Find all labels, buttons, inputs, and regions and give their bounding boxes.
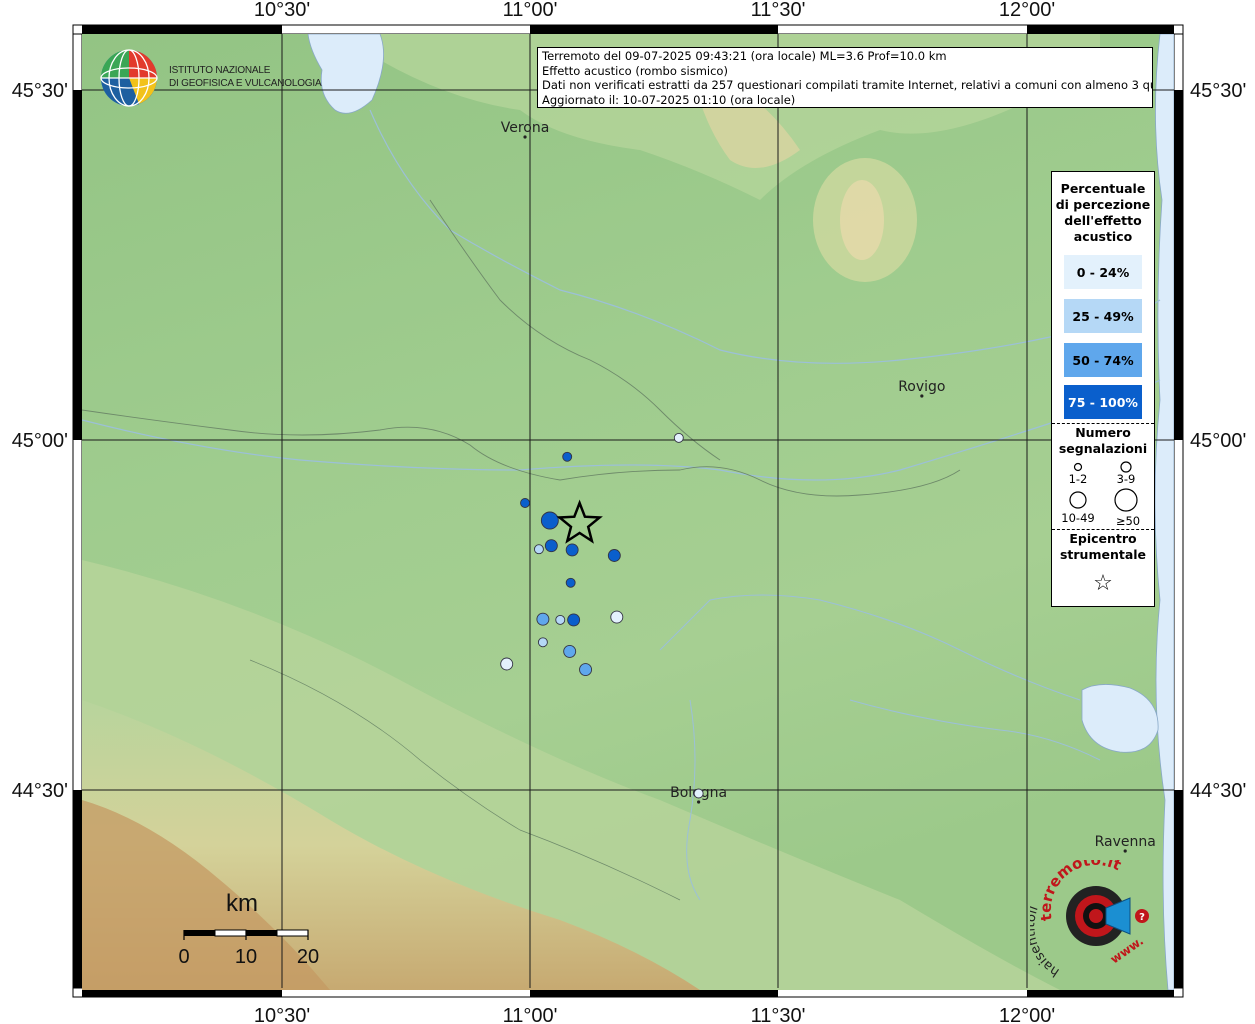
lat-label: 44°30': [1190, 780, 1246, 802]
lon-labels-top: 10°30' 11°00' 11°30' 12°00': [254, 0, 1055, 21]
scalebar-unit: km: [226, 890, 258, 917]
observation-point[interactable]: [544, 539, 558, 553]
legend-class: 0 - 24%: [1064, 255, 1142, 289]
legend-class: 25 - 49%: [1064, 299, 1142, 333]
legend-count-title: Numero segnalazioni: [1058, 425, 1148, 456]
size-symbol-xlarge: [1114, 488, 1138, 512]
city-label: Ravenna: [1095, 834, 1156, 850]
legend-size-symbols: 1-2 3-9 10-49 ≥50: [1061, 461, 1140, 528]
observation-point[interactable]: [610, 610, 624, 624]
observation-point[interactable]: [673, 432, 684, 443]
observation-point[interactable]: [579, 663, 593, 677]
size-symbol-large: [1069, 491, 1087, 509]
svg-text:?: ?: [1139, 912, 1145, 923]
legend-class: 75 - 100%: [1064, 385, 1142, 419]
lon-label: 11°30': [751, 1005, 806, 1024]
lat-label: 45°00': [12, 430, 68, 452]
lon-label: 12°00': [999, 0, 1055, 21]
legend-class-label: 0 - 24%: [1076, 264, 1130, 280]
observation-point[interactable]: [607, 549, 621, 562]
size-label: 3-9: [1117, 472, 1136, 486]
observation-point[interactable]: [562, 451, 573, 462]
observation-point[interactable]: [537, 637, 548, 648]
hst-logo: ? terremoto.it haisentitoil www.: [1030, 860, 1149, 979]
observation-point[interactable]: [565, 543, 579, 557]
lon-label: 11°00': [503, 0, 558, 21]
scalebar-label: 10: [235, 946, 257, 968]
lat-label: 45°30': [1190, 80, 1246, 102]
observation-point[interactable]: [536, 612, 550, 626]
lat-labels-right: 45°30' 45°00' 44°30': [1190, 80, 1246, 802]
scalebar-label: 20: [297, 946, 319, 968]
euganean-peak: [840, 180, 884, 260]
ingv-line: ISTITUTO NAZIONALE: [169, 65, 271, 76]
ingv-line: DI GEOFISICA E VULCANOLOGIA: [169, 78, 322, 89]
lat-labels-left: 45°30' 45°00' 44°30': [12, 80, 68, 802]
lon-label: 11°30': [751, 0, 806, 21]
legend: Percentuale di percezione dell'effetto a…: [1051, 171, 1155, 607]
size-symbol-small: [1073, 462, 1083, 472]
ingv-logo-text: ISTITUTO NAZIONALE DI GEOFISICA E VULCAN…: [169, 64, 322, 90]
city-label: Verona: [501, 120, 550, 136]
map-area: [82, 34, 1174, 990]
effect-type: Effetto acustico (rombo sismico): [542, 63, 728, 78]
size-label: 10-49: [1061, 511, 1094, 525]
star-icon: ☆: [1093, 571, 1113, 596]
observation-point[interactable]: [540, 511, 559, 530]
lon-label: 10°30': [254, 1005, 310, 1024]
observation-point[interactable]: [693, 788, 704, 799]
scalebar-label: 0: [178, 946, 189, 968]
lon-label: 10°30': [254, 0, 310, 21]
size-symbol-medium: [1120, 461, 1132, 473]
legend-class-label: 25 - 49%: [1072, 308, 1134, 324]
lat-label: 44°30': [12, 780, 68, 802]
observation-point[interactable]: [555, 614, 566, 625]
legend-class-label: 75 - 100%: [1068, 394, 1138, 410]
observation-point[interactable]: [567, 613, 581, 627]
lon-label: 12°00': [999, 1005, 1055, 1024]
observation-point[interactable]: [500, 657, 514, 671]
update-time: Aggiornato il: 10-07-2025 01:10 (ora loc…: [542, 92, 796, 107]
legend-epicenter-title: Epicentro strumentale: [1059, 531, 1147, 562]
observation-point[interactable]: [565, 577, 576, 588]
ingv-globe-icon: [100, 49, 158, 107]
lat-label: 45°00': [1190, 430, 1246, 452]
lat-label: 45°30': [12, 80, 68, 102]
observation-point[interactable]: [520, 498, 530, 508]
legend-title: Percentuale di percezione dell'effetto a…: [1055, 181, 1151, 244]
observation-point[interactable]: [533, 544, 544, 555]
lon-label: 11°00': [503, 1005, 558, 1024]
legend-class: 50 - 74%: [1064, 343, 1142, 377]
event-info-box: Terremoto del 09-07-2025 09:43:21 (ora l…: [537, 47, 1153, 108]
lon-labels-bottom: 10°30' 11°00' 11°30' 12°00': [254, 1005, 1055, 1024]
city-label: Rovigo: [898, 379, 945, 395]
legend-class-label: 50 - 74%: [1072, 352, 1134, 368]
size-label: 1-2: [1069, 472, 1088, 486]
event-title: Terremoto del 09-07-2025 09:43:21 (ora l…: [542, 49, 947, 63]
size-label: ≥50: [1116, 514, 1140, 528]
observation-point[interactable]: [563, 644, 577, 658]
data-note: Dati non verificati estratti da 257 ques…: [542, 78, 1153, 93]
